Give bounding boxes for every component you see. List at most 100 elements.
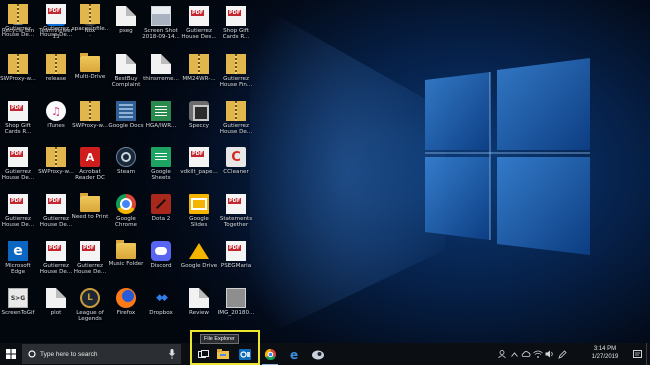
file-explorer-icon	[217, 349, 229, 359]
clock-time: 3:14 PM	[593, 346, 617, 352]
pdf-icon	[226, 194, 246, 214]
desktop-shortcut[interactable]: Google Sheets	[142, 143, 180, 191]
desktop-shortcut[interactable]: iTunes	[37, 97, 75, 145]
desktop-shortcut[interactable]: Dota 2	[142, 190, 180, 238]
steam-icon	[312, 350, 324, 359]
desktop[interactable]: Recycle BinTeamViewer 13NoxpsegScreen Sh…	[0, 0, 650, 343]
desktop-shortcut[interactable]: SWProxy-w...	[37, 143, 75, 191]
desktop-shortcut[interactable]: Discord	[142, 237, 180, 285]
cloud-icon[interactable]	[520, 343, 532, 365]
desktop-shortcut[interactable]: Review	[180, 284, 218, 332]
desktop-shortcut[interactable]: Google Slides	[180, 190, 218, 238]
desktop-shortcut-label: Gutierrez House Fin...	[219, 76, 253, 89]
desktop-shortcut[interactable]: League of Legends	[71, 284, 109, 332]
start-button[interactable]	[0, 343, 22, 365]
desktop-shortcut[interactable]: pseg	[107, 2, 145, 50]
wifi-icon[interactable]	[532, 343, 544, 365]
google-drive-icon	[189, 241, 209, 261]
google-sheets-icon	[151, 147, 171, 167]
desktop-shortcut[interactable]: PSEGMaria	[217, 237, 255, 285]
desktop-shortcut[interactable]: Need to Print	[71, 190, 109, 238]
pen-icon[interactable]	[556, 343, 568, 365]
desktop-shortcut[interactable]: Google Drive	[180, 237, 218, 285]
notification-icon	[632, 349, 642, 358]
desktop-shortcut[interactable]: thinsrreme...	[142, 50, 180, 98]
document-icon	[116, 54, 136, 74]
desktop-shortcut[interactable]: CCleaner	[217, 143, 255, 191]
desktop-shortcut[interactable]: Screen Shot 2018-09-14...	[142, 2, 180, 50]
desktop-shortcut[interactable]: Dropbox	[142, 284, 180, 332]
desktop-shortcut[interactable]: vdkilt_pape...	[180, 143, 218, 191]
desktop-shortcut[interactable]: Music Folder	[107, 237, 145, 285]
desktop-shortcut[interactable]: Gutierrez House De...	[217, 97, 255, 145]
desktop-shortcut[interactable]: HGA/IWR...	[142, 97, 180, 145]
desktop-shortcut[interactable]: release	[37, 50, 75, 98]
desktop-shortcut-label: Dropbox	[149, 310, 173, 316]
desktop-shortcut[interactable]: BestBuy Complaint	[107, 50, 145, 98]
desktop-shortcut[interactable]: Gutierrez House De...	[37, 0, 75, 48]
outlook-button[interactable]	[234, 343, 256, 365]
desktop-shortcut-label: Google Docs	[108, 123, 144, 129]
desktop-shortcut[interactable]: SWProxy-w...	[71, 97, 109, 145]
desktop-shortcut-label: Google Sheets	[151, 169, 171, 182]
desktop-shortcut[interactable]: plot	[37, 284, 75, 332]
desktop-shortcut[interactable]: Speccy	[180, 97, 218, 145]
desktop-shortcut[interactable]: Google Docs	[107, 97, 145, 145]
desktop-shortcut-label: Acrobat Reader DC	[75, 169, 105, 182]
desktop-shortcut[interactable]: Multi-Drive	[71, 50, 109, 98]
desktop-shortcut[interactable]: ScreenToGif	[0, 284, 37, 332]
zip-icon	[226, 101, 246, 121]
show-desktop-button[interactable]	[646, 343, 650, 365]
desktop-shortcut[interactable]: IMG_20180...	[217, 284, 255, 332]
task-view-button[interactable]	[192, 343, 214, 365]
desktop-shortcut[interactable]: Shop Gift Cards R...	[0, 97, 37, 145]
clock[interactable]: 3:14 PM 1/27/2019	[584, 346, 626, 361]
desktop-shortcut[interactable]: SWProxy-w...	[0, 50, 37, 98]
desktop-shortcut[interactable]: Gutierrez House De...	[37, 237, 75, 285]
system-tray	[496, 343, 568, 365]
desktop-shortcut-label: Gutierrez House De...	[219, 123, 253, 136]
zip-icon	[226, 54, 246, 74]
volume-icon[interactable]	[544, 343, 556, 365]
people-icon[interactable]	[496, 343, 508, 365]
desktop-shortcut[interactable]: Steam	[107, 143, 145, 191]
desktop-shortcut-label: Need to Print	[71, 214, 109, 220]
desktop-shortcut-label: Discord	[150, 263, 172, 269]
microphone-icon[interactable]	[169, 349, 175, 359]
desktop-shortcut[interactable]: Gutierrez House Fin...	[217, 50, 255, 98]
desktop-shortcut[interactable]: Gutierrez House De...	[0, 0, 37, 48]
action-center-button[interactable]	[630, 343, 644, 365]
desktop-shortcut[interactable]: Statements Together	[217, 190, 255, 238]
steam-taskbar-button[interactable]	[307, 343, 329, 365]
desktop-shortcut[interactable]: MM24WR-...	[180, 50, 218, 98]
desktop-shortcut[interactable]: Acrobat Reader DC	[71, 143, 109, 191]
pdf-icon	[8, 101, 28, 121]
desktop-shortcut-label: Music Folder	[108, 261, 144, 267]
desktop-shortcut[interactable]: Gutierrez House De...	[0, 190, 37, 238]
desktop-shortcut[interactable]: Gutierrez House Des...	[180, 2, 218, 50]
document-icon	[151, 54, 171, 74]
desktop-shortcut[interactable]: Gutierrez House De...	[37, 190, 75, 238]
desktop-shortcut-label: Multi-Drive	[74, 74, 106, 80]
desktop-shortcut[interactable]: Gutierrez House De...	[71, 237, 109, 285]
desktop-shortcut-label: SWProxy-w...	[72, 123, 108, 129]
chrome-icon	[116, 194, 136, 214]
desktop-shortcut-label: Gutierrez House De...	[39, 216, 73, 229]
desktop-shortcut[interactable]: Firefox	[107, 284, 145, 332]
zip-icon	[8, 54, 28, 74]
screentogif-icon	[8, 288, 28, 308]
chrome-taskbar-button[interactable]	[259, 343, 281, 365]
desktop-shortcut[interactable]: spacesinfile...	[71, 0, 109, 48]
desktop-shortcut-label: HGA/IWR...	[145, 123, 177, 129]
desktop-shortcut[interactable]: Microsoft Edge	[0, 237, 37, 285]
desktop-shortcut[interactable]: Shop Gift Cards R...	[217, 2, 255, 50]
desktop-shortcut-label: thinsrreme...	[143, 76, 179, 82]
edge-taskbar-button[interactable]: e	[283, 343, 305, 365]
folder-icon	[80, 193, 100, 212]
search-box[interactable]: Type here to search	[22, 344, 181, 364]
desktop-shortcut[interactable]: Gutierrez House De...	[0, 143, 37, 191]
chevron-up-icon[interactable]	[508, 343, 520, 365]
file-explorer-tooltip: File Explorer	[200, 334, 239, 344]
desktop-shortcut[interactable]: Google Chrome	[107, 190, 145, 238]
file-explorer-button[interactable]	[212, 343, 234, 365]
